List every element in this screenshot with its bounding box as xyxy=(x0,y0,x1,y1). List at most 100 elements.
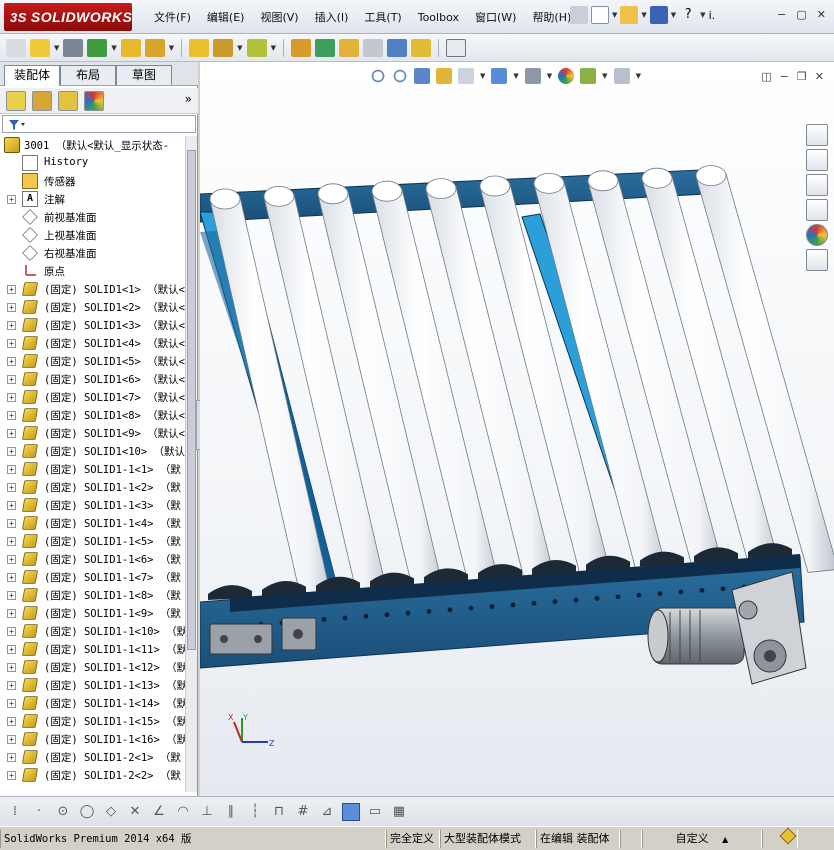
tree-item[interactable]: + (固定) SOLID1-1<9> （默 xyxy=(0,604,186,622)
expand-icon[interactable]: + xyxy=(7,699,16,708)
tangent-icon[interactable]: ◠ xyxy=(174,803,192,821)
tree-item[interactable]: + (固定) SOLID1-1<8> （默 xyxy=(0,586,186,604)
solidworks-logo[interactable]: 3S SOLIDWORKS xyxy=(4,3,132,31)
reference-geometry-icon[interactable] xyxy=(246,38,267,57)
table-icon[interactable]: ▦ xyxy=(390,803,408,821)
chevron-down-icon[interactable]: ▼ xyxy=(111,44,116,52)
expand-icon[interactable]: + xyxy=(7,681,16,690)
expand-icon[interactable]: + xyxy=(7,663,16,672)
expand-icon[interactable]: + xyxy=(7,627,16,636)
open-folder-icon[interactable] xyxy=(620,6,639,24)
tree-root[interactable]: 3001 （默认<默认_显示状态- xyxy=(0,136,186,154)
filter-icon[interactable] xyxy=(7,117,27,133)
chevron-down-icon[interactable]: ▼ xyxy=(271,44,276,52)
configuration-manager-icon[interactable] xyxy=(58,90,78,111)
perpendicular-icon[interactable]: ⊥ xyxy=(198,803,216,821)
chevron-down-icon[interactable]: ▼ xyxy=(612,11,617,19)
save-icon[interactable] xyxy=(649,6,668,24)
layout-icon[interactable]: ▭ xyxy=(366,803,384,821)
chevron-down-icon[interactable]: ▼ xyxy=(54,44,59,52)
conveyor-model[interactable] xyxy=(200,62,834,796)
new-part-icon[interactable] xyxy=(30,38,50,57)
expand-icon[interactable]: + xyxy=(7,609,16,618)
menu-window[interactable]: 窗口(W) xyxy=(467,10,524,26)
expand-icon[interactable]: + xyxy=(7,321,16,330)
tree-item[interactable]: 原点 xyxy=(0,262,186,280)
design-library-icon[interactable] xyxy=(806,149,828,171)
expand-icon[interactable]: + xyxy=(7,195,16,204)
pin-icon[interactable] xyxy=(570,6,588,24)
circle-snap-icon[interactable]: ◯ xyxy=(78,803,96,821)
overflow-menu[interactable]: i. xyxy=(709,9,716,22)
feature-manager-icon[interactable] xyxy=(6,90,26,111)
graphics-area[interactable]: ▼ ▼ ▼ ▼ ▼ ◫ − ❐ ✕ X Y Z xyxy=(200,62,834,796)
expand-icon[interactable]: + xyxy=(7,573,16,582)
tree-item[interactable]: + (固定) SOLID1-1<5> （默 xyxy=(0,532,186,550)
exploded-view-icon[interactable] xyxy=(338,38,359,57)
expand-icon[interactable]: + xyxy=(7,375,16,384)
expand-icon[interactable]: + xyxy=(7,339,16,348)
custom-properties-icon[interactable] xyxy=(806,249,828,271)
expand-icon[interactable]: + xyxy=(7,591,16,600)
bill-of-materials-icon[interactable] xyxy=(314,38,335,57)
chevron-down-icon[interactable]: ▼ xyxy=(671,11,676,19)
chevron-down-icon[interactable]: ▼ xyxy=(700,11,705,19)
tree-item[interactable]: + (固定) SOLID1<3> （默认< xyxy=(0,316,186,334)
tab-assembly[interactable]: 装配体 xyxy=(4,65,60,86)
tree-scrollbar[interactable] xyxy=(185,136,197,792)
maximize-icon[interactable]: ▢ xyxy=(796,8,806,21)
new-motion-study-icon[interactable] xyxy=(290,38,311,57)
expand-icon[interactable]: + xyxy=(7,393,16,402)
linear-pattern-icon[interactable] xyxy=(87,38,108,57)
chevron-down-icon[interactable]: ▼ xyxy=(237,44,242,52)
property-manager-icon[interactable] xyxy=(32,90,52,111)
shaded-view-icon[interactable] xyxy=(342,802,360,821)
tree-item[interactable]: + (固定) SOLID1-1<1> （默 xyxy=(0,460,186,478)
tree-item[interactable]: 上视基准面 xyxy=(0,226,186,244)
move-component-icon[interactable] xyxy=(144,38,165,57)
chevron-down-icon[interactable]: ▼ xyxy=(641,11,646,19)
more-tabs-icon[interactable]: » xyxy=(185,92,192,106)
tree-item[interactable]: + (固定) SOLID1-1<13> （默 xyxy=(0,676,186,694)
tree-item[interactable]: + (固定) SOLID1<10> （默认 xyxy=(0,442,186,460)
tree-item[interactable]: 右视基准面 xyxy=(0,244,186,262)
smart-fasteners-icon[interactable] xyxy=(120,38,141,57)
tree-item[interactable]: + (固定) SOLID1<9> （默认< xyxy=(0,424,186,442)
grid-icon[interactable]: # xyxy=(294,803,312,821)
expand-icon[interactable]: + xyxy=(7,411,16,420)
menu-tools[interactable]: 工具(T) xyxy=(356,10,409,26)
tree-item[interactable]: + (固定) SOLID1-1<3> （默 xyxy=(0,496,186,514)
view-palette-icon[interactable] xyxy=(806,199,828,221)
tree-item[interactable]: + (固定) SOLID1-1<10> （默 xyxy=(0,622,186,640)
status-tag-icon[interactable] xyxy=(762,827,798,848)
menu-file[interactable]: 文件(F) xyxy=(146,10,199,26)
tree-item[interactable]: + (固定) SOLID1<6> （默认< xyxy=(0,370,186,388)
display-manager-icon[interactable] xyxy=(84,90,104,111)
expand-icon[interactable]: + xyxy=(7,753,16,762)
menu-insert[interactable]: 插入(I) xyxy=(307,10,357,26)
minimize-icon[interactable]: − xyxy=(777,8,786,21)
expand-icon[interactable]: + xyxy=(7,501,16,510)
expand-icon[interactable]: + xyxy=(7,465,16,474)
expand-icon[interactable]: + xyxy=(7,357,16,366)
expand-icon[interactable]: + xyxy=(7,429,16,438)
tree-item[interactable]: + (固定) SOLID1-1<15> （默 xyxy=(0,712,186,730)
expand-icon[interactable]: + xyxy=(7,303,16,312)
help-icon[interactable]: ? xyxy=(679,6,697,24)
center-icon[interactable]: ⊙ xyxy=(54,803,72,821)
mate-icon[interactable] xyxy=(63,38,84,57)
show-hidden-icon[interactable] xyxy=(189,38,210,57)
tree-item[interactable]: + (固定) SOLID1-1<16> （默 xyxy=(0,730,186,748)
vertical-icon[interactable]: ┆ xyxy=(246,803,264,821)
expand-icon[interactable]: + xyxy=(7,735,16,744)
expand-icon[interactable]: + xyxy=(7,447,16,456)
tree-item[interactable]: + (固定) SOLID1-1<6> （默 xyxy=(0,550,186,568)
dimension-icon[interactable]: ⊓ xyxy=(270,803,288,821)
tree-item[interactable]: + (固定) SOLID1<7> （默认< xyxy=(0,388,186,406)
tree-filter[interactable] xyxy=(2,115,196,133)
tree-item[interactable]: + (固定) SOLID1-1<11> （默 xyxy=(0,640,186,658)
tree-item[interactable]: 传感器 xyxy=(0,172,186,190)
explode-line-sketch-icon[interactable] xyxy=(362,38,383,57)
expand-icon[interactable]: + xyxy=(7,717,16,726)
expand-icon[interactable]: + xyxy=(7,771,16,780)
